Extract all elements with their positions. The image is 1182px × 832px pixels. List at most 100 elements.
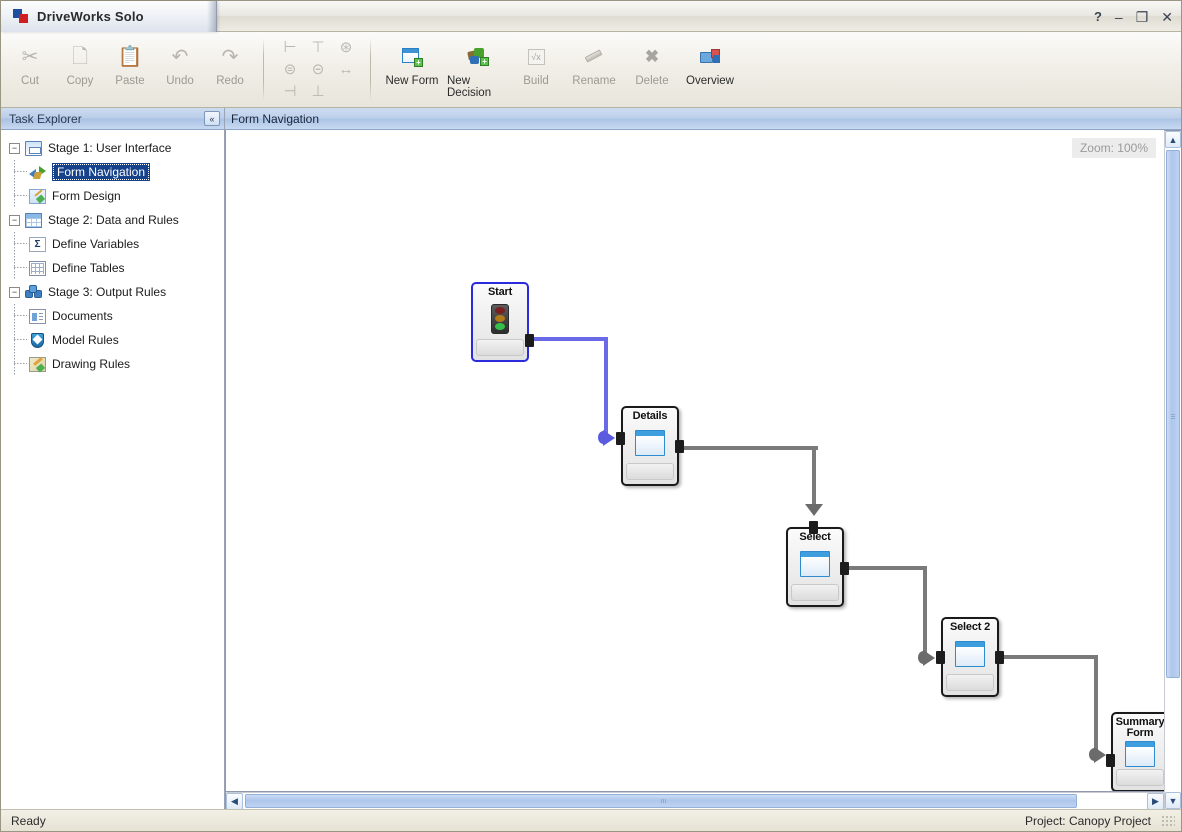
paste-button[interactable]: 📋 Paste (105, 38, 155, 93)
undo-icon: ↶ (171, 46, 189, 68)
flow-node-input-port[interactable] (809, 521, 818, 534)
align-center-icon[interactable]: ⊜ (284, 62, 297, 77)
task-explorer-panel: Task Explorer « − Stage 1: User Interfac… (1, 108, 225, 809)
flow-node-input-port[interactable] (1106, 754, 1115, 767)
scroll-left-button[interactable]: ◀ (226, 793, 243, 810)
tree-item-documents[interactable]: Documents (1, 304, 224, 328)
tree-item-form-design[interactable]: Form Design (1, 184, 224, 208)
canvas-area: Zoom: 100% Start Details Select Select 2… (225, 130, 1181, 810)
flow-node-start[interactable]: Start (471, 282, 534, 362)
tree-item-label: Stage 1: User Interface (48, 141, 172, 155)
distribute-horizontal-icon[interactable]: ↔ (339, 62, 354, 77)
canvas-vertical-scrollbar[interactable]: ▲ ▼ (1164, 130, 1181, 809)
flow-node-footer (791, 584, 839, 601)
tree-item-drawing-rules[interactable]: Drawing Rules (1, 352, 224, 376)
form-icon (800, 550, 830, 577)
sigma-icon: Σ (29, 236, 46, 252)
connector-select2-summary-arrow (1094, 747, 1106, 763)
flow-node-footer (476, 339, 524, 356)
help-icon[interactable]: ? (1094, 10, 1102, 23)
toolbar-separator-2 (370, 38, 371, 101)
canvas-horizontal-scrollbar[interactable]: ◀ ▶ (225, 792, 1164, 810)
model-rules-icon (29, 332, 46, 348)
window-controls: ? – ❐ ✕ (1094, 1, 1173, 32)
title-bar: DriveWorks Solo ? – ❐ ✕ (1, 1, 1181, 32)
vertical-scroll-thumb[interactable] (1166, 150, 1180, 679)
task-explorer-title: Task Explorer (9, 111, 82, 126)
connector-select2-summary-h (1000, 655, 1098, 659)
flow-node-output-port[interactable] (840, 562, 849, 575)
document-tab-label: Form Navigation (231, 111, 320, 126)
distribute-vertical-icon[interactable]: ⊛ (340, 40, 353, 55)
tree-item-label: Stage 3: Output Rules (48, 285, 167, 299)
close-icon[interactable]: ✕ (1161, 10, 1173, 24)
new-decision-button[interactable]: + New Decision (445, 38, 511, 105)
minimize-icon[interactable]: – (1115, 10, 1123, 24)
flow-node-details[interactable]: Details (616, 406, 684, 486)
collapse-panel-button[interactable]: « (204, 111, 220, 126)
build-icon: √x (527, 44, 545, 70)
tree-item-model-rules[interactable]: Model Rules (1, 328, 224, 352)
document-tab-form-navigation[interactable]: Form Navigation (225, 108, 1181, 130)
overview-button[interactable]: Overview (677, 38, 743, 93)
overview-label: Overview (686, 75, 734, 87)
copy-button[interactable]: 🗋 Copy (55, 38, 105, 93)
flow-node-input-port[interactable] (616, 432, 625, 445)
align-middle-icon[interactable]: ⊝ (312, 62, 325, 77)
tree-item-form-navigation[interactable]: Form Navigation (1, 160, 224, 184)
horizontal-scroll-thumb[interactable] (245, 794, 1077, 808)
copy-icon: 🗋 (71, 46, 89, 68)
tree-item-label: Define Variables (52, 237, 140, 251)
cut-button[interactable]: ✂ Cut (5, 38, 55, 93)
scroll-right-button[interactable]: ▶ (1147, 793, 1164, 810)
task-explorer-header: Task Explorer « (1, 108, 224, 130)
application-title-tab[interactable]: DriveWorks Solo (1, 1, 217, 32)
scroll-up-button[interactable]: ▲ (1165, 131, 1181, 148)
align-bottom-icon[interactable]: ⊥ (311, 84, 324, 99)
delete-icon: ✖ (644, 47, 660, 66)
flow-node-output-port[interactable] (525, 334, 534, 347)
flow-node-footer (626, 463, 674, 480)
flow-node-body (491, 298, 509, 339)
delete-label: Delete (635, 75, 669, 87)
align-top-icon[interactable]: ⊤ (311, 40, 324, 55)
tree-guide-line (14, 304, 15, 328)
align-right-icon[interactable]: ⊣ (283, 84, 296, 99)
undo-button[interactable]: ↶ Undo (155, 38, 205, 93)
form-navigation-canvas[interactable]: Zoom: 100% Start Details Select Select 2… (225, 130, 1164, 792)
tree-item-stage-1[interactable]: − Stage 1: User Interface (1, 136, 224, 160)
scroll-down-button[interactable]: ▼ (1165, 792, 1181, 809)
flow-node-select[interactable]: Select (786, 521, 849, 607)
status-message: Ready (11, 813, 46, 828)
resize-grip-icon[interactable] (1161, 814, 1175, 827)
alignment-tools-group: ⊢ ⊤ ⊛ ⊜ ⊝ ↔ ⊣ ⊥ (268, 32, 366, 107)
flow-node-input-port[interactable] (936, 651, 945, 664)
documents-icon (29, 308, 46, 324)
flow-node-output-port[interactable] (675, 440, 684, 453)
paste-icon: 📋 (117, 46, 143, 68)
horizontal-scroll-track[interactable] (243, 793, 1147, 809)
tree-item-stage-3[interactable]: − Stage 3: Output Rules (1, 280, 224, 304)
build-button[interactable]: √x Build (511, 38, 561, 93)
tree-item-stage-2[interactable]: − Stage 2: Data and Rules (1, 208, 224, 232)
flow-node-caption: Summary Form (1115, 716, 1164, 739)
maximize-icon[interactable]: ❐ (1136, 10, 1149, 24)
flow-node-select-2[interactable]: Select 2 (936, 617, 1004, 697)
form-design-icon (29, 188, 46, 204)
flow-node-output-port[interactable] (995, 651, 1004, 664)
connector-start-details-arrow (603, 430, 615, 446)
expander-icon[interactable]: − (9, 286, 20, 298)
redo-button[interactable]: ↷ Redo (205, 38, 255, 93)
tree-item-define-tables[interactable]: Define Tables (1, 256, 224, 280)
tree-item-define-variables[interactable]: Σ Define Variables (1, 232, 224, 256)
delete-button[interactable]: ✖ Delete (627, 38, 677, 93)
flow-node-summary-form[interactable]: Summary Form (1106, 712, 1164, 791)
tree-guide-branch (14, 363, 27, 364)
redo-label: Redo (216, 75, 244, 87)
expander-icon[interactable]: − (9, 142, 20, 154)
new-form-button[interactable]: + New Form (379, 38, 445, 93)
vertical-scroll-track[interactable] (1165, 148, 1181, 792)
expander-icon[interactable]: − (9, 214, 20, 226)
align-left-icon[interactable]: ⊢ (283, 40, 296, 55)
rename-button[interactable]: Rename (561, 38, 627, 93)
